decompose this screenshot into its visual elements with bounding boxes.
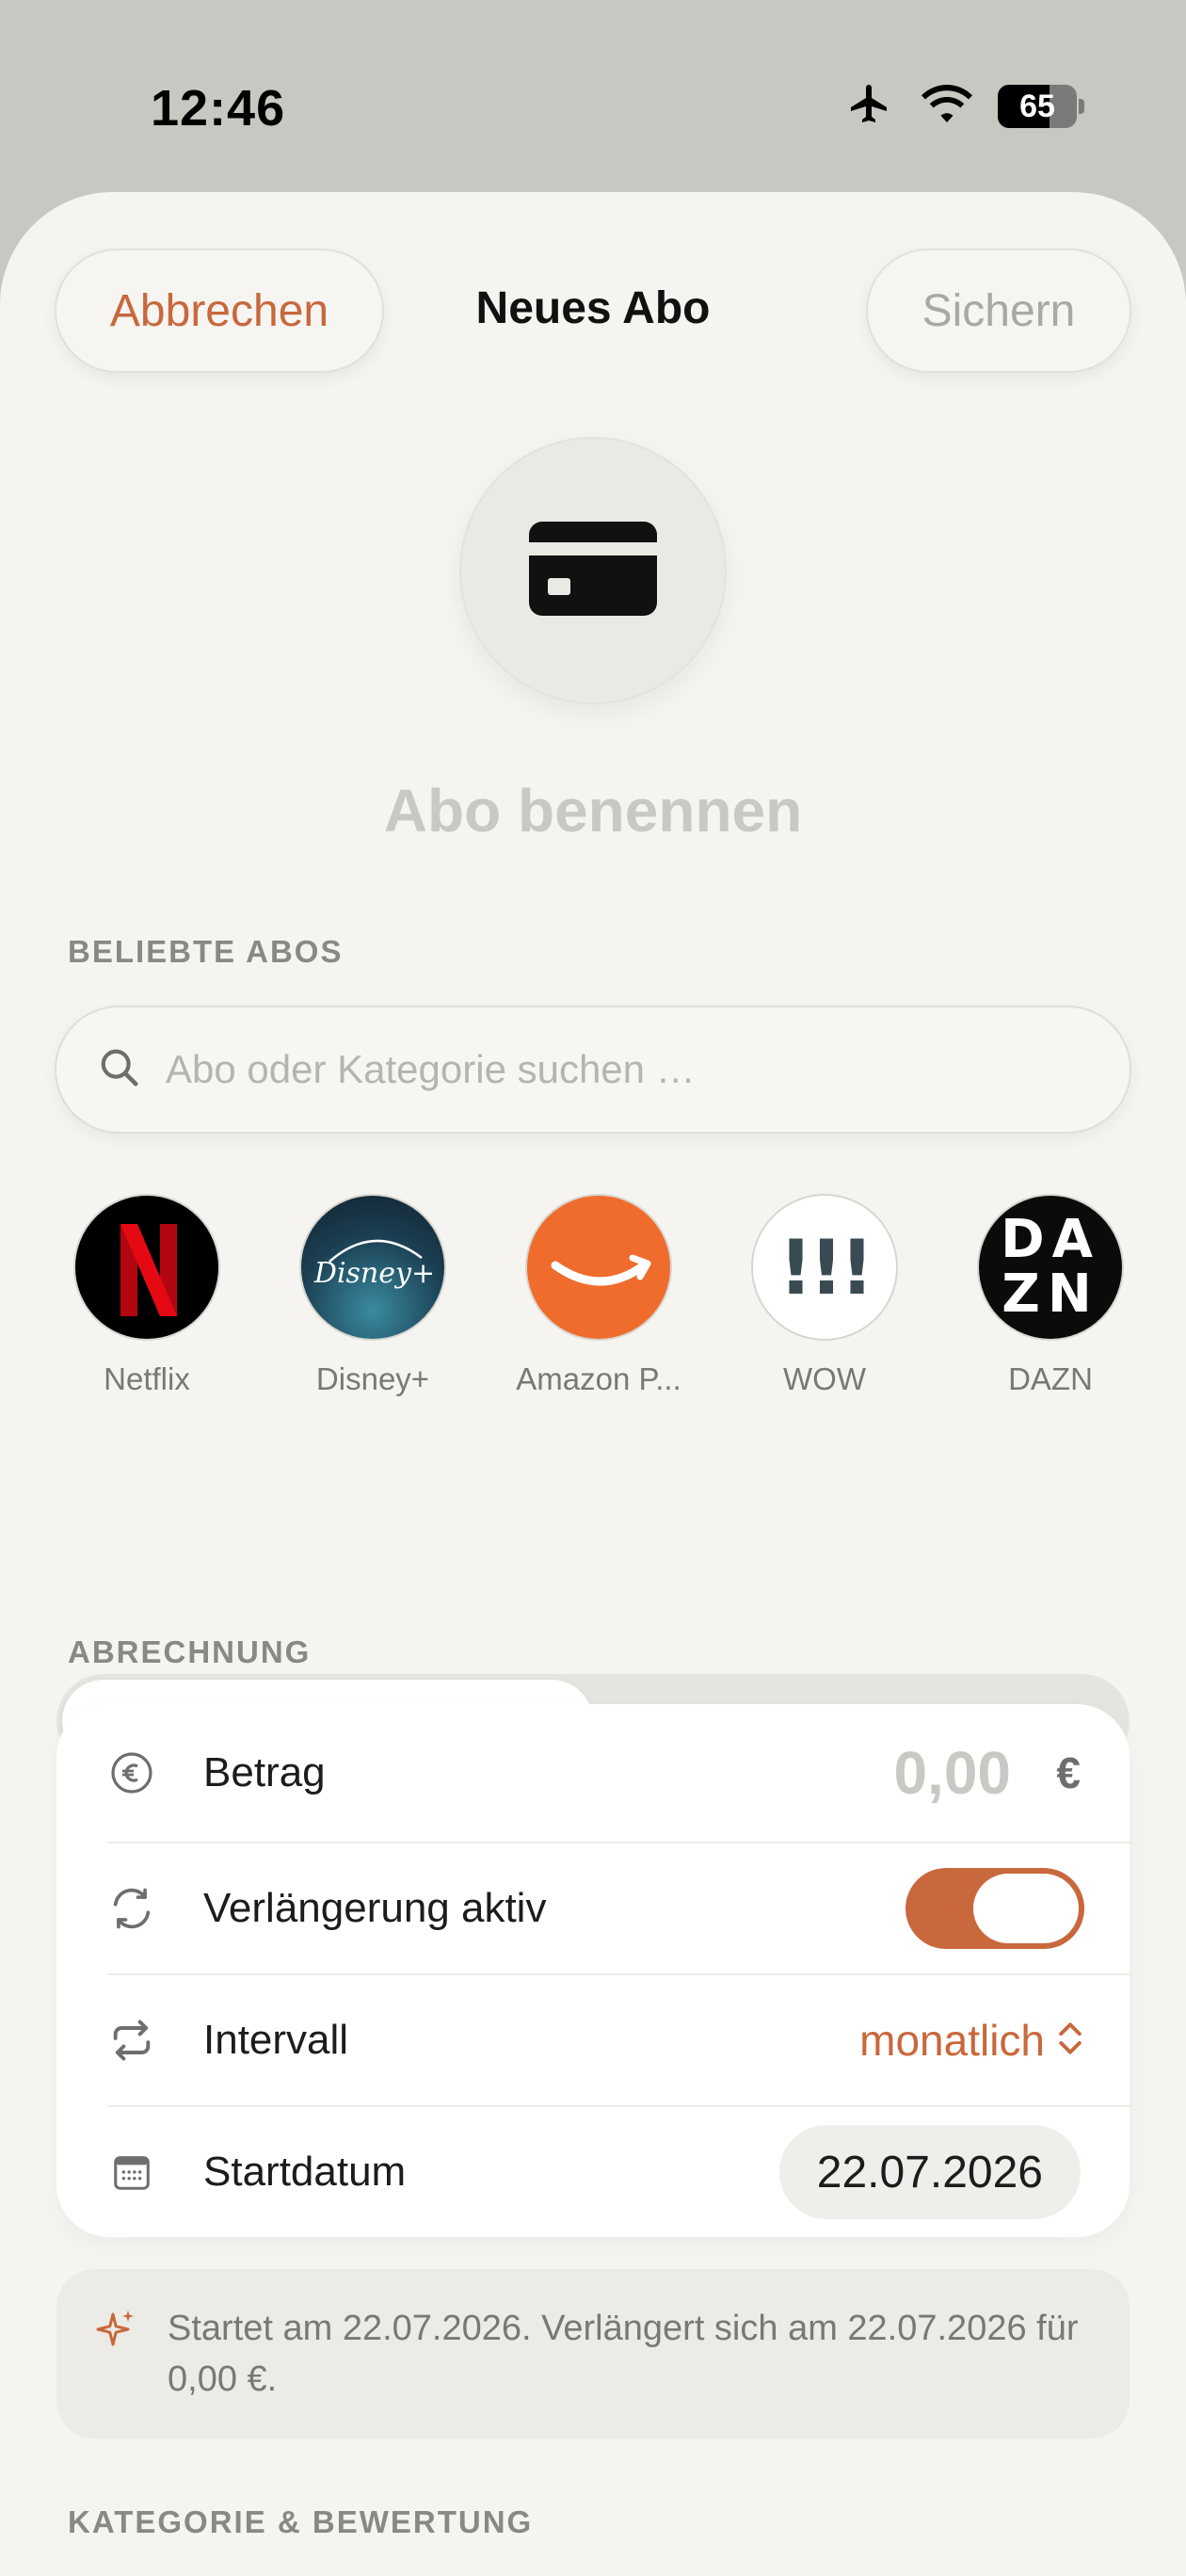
service-dazn[interactable]: DA ZN DAZN — [956, 1194, 1145, 1397]
service-label: Netflix — [104, 1361, 190, 1396]
renewal-label: Verlängerung aktiv — [203, 1885, 547, 1931]
wow-logo-icon: !!! — [751, 1194, 898, 1341]
wifi-icon — [919, 82, 975, 130]
status-time: 12:46 — [151, 80, 286, 137]
search-field[interactable] — [55, 1006, 1131, 1134]
dazn-logo-text-top: DA — [1001, 1209, 1100, 1270]
search-input[interactable] — [166, 1047, 1088, 1092]
subscription-name-input[interactable]: Abo benennen — [0, 776, 1186, 845]
billing-card: Betrag 0,00 € Verlängerung aktiv Interva… — [56, 1704, 1133, 2237]
service-wow[interactable]: !!! WOW — [730, 1194, 919, 1397]
chevron-up-down-icon — [1056, 2018, 1084, 2064]
disney-logo-text: Disney+ — [313, 1257, 435, 1290]
service-label: Disney+ — [315, 1361, 430, 1396]
amount-row[interactable]: Betrag 0,00 € — [56, 1704, 1130, 1842]
service-label: DAZN — [1008, 1361, 1093, 1396]
amount-label: Betrag — [203, 1749, 326, 1795]
currency-symbol: € — [1056, 1748, 1081, 1797]
billing-section-label: ABRECHNUNG — [68, 1634, 312, 1669]
airplane-mode-icon — [843, 81, 896, 131]
search-icon — [98, 1046, 141, 1094]
service-label: WOW — [783, 1361, 866, 1396]
renewal-row: Verlängerung aktiv — [56, 1843, 1130, 1973]
subscription-icon-picker[interactable] — [459, 437, 727, 704]
service-label: Amazon P... — [516, 1361, 681, 1396]
interval-label: Intervall — [203, 2017, 349, 2063]
renewal-info-box: Startet am 22.07.2026. Verlängert sich a… — [56, 2269, 1130, 2439]
sparkles-icon — [94, 2307, 139, 2360]
amount-input[interactable]: 0,00 — [893, 1738, 1011, 1808]
renewal-info-text: Startet am 22.07.2026. Verlängert sich a… — [168, 2309, 1079, 2399]
renewal-toggle[interactable] — [906, 1868, 1084, 1949]
netflix-logo-icon — [73, 1194, 220, 1341]
interval-row[interactable]: Intervall monatlich — [56, 1975, 1130, 2105]
dazn-logo-text-bottom: ZN — [1002, 1264, 1099, 1325]
new-subscription-sheet: Abbrechen Neues Abo Sichern Abo benennen… — [0, 192, 1186, 2576]
refresh-icon — [107, 1884, 156, 1933]
dazn-logo-icon: DA ZN — [977, 1194, 1124, 1341]
wow-logo-text: !!! — [778, 1223, 873, 1312]
calendar-icon — [107, 2148, 156, 2197]
toggle-knob — [973, 1874, 1079, 1943]
euro-icon — [107, 1748, 156, 1797]
service-amazon-prime[interactable]: Amazon P... — [505, 1194, 693, 1397]
status-icons: 65 — [843, 81, 1084, 131]
popular-section-label: BELIEBTE ABOS — [68, 934, 344, 969]
status-bar: 12:46 65 — [0, 0, 1186, 188]
battery-level: 65 — [1019, 88, 1055, 124]
disney-plus-logo-icon: Disney+ — [299, 1194, 446, 1341]
service-netflix[interactable]: Netflix — [53, 1194, 241, 1397]
battery-icon: 65 — [998, 84, 1084, 128]
credit-card-icon — [529, 521, 657, 620]
save-button[interactable]: Sichern — [866, 249, 1131, 373]
start-date-picker[interactable]: 22.07.2026 — [778, 2125, 1081, 2219]
interval-picker[interactable]: monatlich — [859, 2015, 1045, 2066]
start-date-row: Startdatum 22.07.2026 — [56, 2107, 1130, 2237]
category-section-label: KATEGORIE & BEWERTUNG — [68, 2504, 534, 2539]
repeat-icon — [107, 2016, 156, 2065]
amazon-logo-icon — [525, 1194, 672, 1341]
service-disney-plus[interactable]: Disney+ Disney+ — [279, 1194, 467, 1397]
start-date-label: Startdatum — [203, 2149, 407, 2195]
